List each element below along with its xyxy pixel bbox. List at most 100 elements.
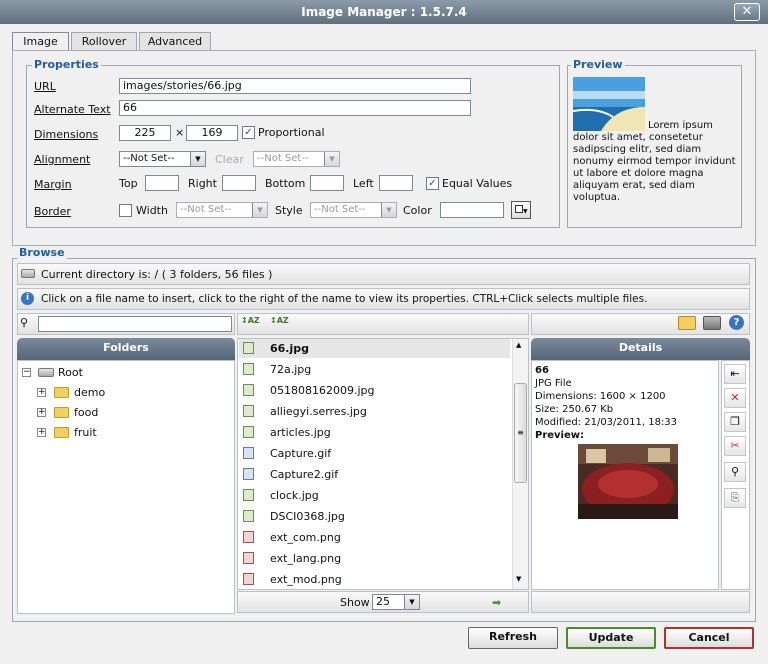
info-text: Click on a file name to insert, click to… (41, 293, 648, 305)
file-name[interactable]: 72a.jpg (270, 363, 311, 376)
scroll-up-icon[interactable]: ▲ (516, 341, 521, 349)
margin-bottom-input[interactable] (310, 175, 344, 191)
tab-advanced[interactable]: Advanced (139, 32, 211, 50)
insert-icon[interactable]: ⇤ (724, 364, 746, 384)
upload-icon[interactable] (703, 316, 721, 330)
collapse-icon[interactable]: − (22, 368, 31, 377)
sort-files-icon[interactable]: ↕AZ (270, 316, 289, 325)
clear-select[interactable]: --Not Set-- ▼ (253, 151, 340, 167)
times-sign: × (175, 126, 185, 139)
folder-food[interactable]: food (74, 406, 98, 419)
zoom-icon[interactable]: ⚲ (724, 462, 746, 482)
search-input[interactable] (38, 316, 232, 332)
file-row[interactable]: DSCI0368.jpg (237, 506, 512, 527)
margin-right-input[interactable] (222, 175, 256, 191)
file-row[interactable]: ext_lang.png (237, 548, 512, 569)
file-row[interactable]: ext_com.png (237, 527, 512, 548)
delete-icon[interactable]: ✕ (724, 388, 746, 408)
help-icon[interactable]: ? (729, 315, 744, 330)
margin-top-input[interactable] (145, 175, 179, 191)
clear-label: Clear (215, 153, 244, 166)
tab-rollover[interactable]: Rollover (71, 32, 137, 50)
file-row[interactable]: 66.jpg (237, 338, 512, 359)
show-count-value: 25 (376, 595, 390, 608)
file-row[interactable]: articles.jpg (237, 422, 512, 443)
file-png-icon (243, 552, 254, 564)
file-jpg-icon (243, 384, 254, 396)
file-name[interactable]: Capture.gif (270, 447, 331, 460)
border-color-label: Color (403, 204, 432, 217)
file-list-scrollbar[interactable]: ▲ ≡ ▼ (512, 339, 528, 589)
folder-icon (54, 387, 69, 398)
alignment-label: Alignment (34, 153, 91, 166)
border-width-label: Width (136, 204, 168, 217)
file-name[interactable]: alliegyi.serres.jpg (270, 405, 367, 418)
border-style-label: Style (275, 204, 303, 217)
details-footer (531, 591, 750, 613)
file-png-icon (243, 573, 254, 585)
tab-image[interactable]: Image (12, 32, 69, 51)
file-row[interactable]: 051808162009.jpg (237, 380, 512, 401)
file-jpg-icon (243, 363, 254, 375)
file-row[interactable]: Capture.gif (237, 443, 512, 464)
border-width-select[interactable]: --Not Set-- ▼ (176, 202, 268, 218)
folder-demo[interactable]: demo (74, 386, 105, 399)
close-button[interactable]: ✕ (734, 3, 760, 21)
chevron-down-icon: ▼ (190, 152, 205, 166)
next-page-icon[interactable]: ➡ (492, 596, 501, 609)
file-name[interactable]: DSCI0368.jpg (270, 510, 345, 523)
details-preview-label: Preview: (535, 430, 585, 441)
file-png-icon (243, 531, 254, 543)
alignment-select[interactable]: --Not Set-- ▼ (119, 151, 206, 167)
refresh-button[interactable]: Refresh (468, 627, 558, 649)
expand-icon[interactable]: + (37, 408, 46, 417)
color-picker-button[interactable]: ▼ (511, 201, 531, 219)
file-row[interactable]: ext_mod.png (237, 569, 512, 590)
url-input[interactable]: images/stories/66.jpg (119, 78, 471, 94)
alt-text-input[interactable]: 66 (119, 100, 471, 116)
file-name[interactable]: 051808162009.jpg (270, 384, 375, 397)
file-row[interactable]: clock.jpg (237, 485, 512, 506)
new-folder-icon[interactable] (678, 316, 696, 330)
file-row[interactable]: 72a.jpg (237, 359, 512, 380)
expand-icon[interactable]: + (37, 388, 46, 397)
cancel-button[interactable]: Cancel (664, 627, 754, 649)
file-name[interactable]: 66.jpg (270, 342, 309, 355)
sort-folders-icon[interactable]: ↕AZ (241, 316, 260, 325)
file-name[interactable]: clock.jpg (270, 489, 319, 502)
file-name[interactable]: articles.jpg (270, 426, 331, 439)
show-label: Show (340, 596, 370, 609)
scroll-thumb[interactable]: ≡ (514, 383, 527, 483)
height-input[interactable]: 169 (186, 125, 238, 141)
proportional-checkbox[interactable]: ✓ (242, 126, 255, 139)
file-name[interactable]: ext_com.png (270, 531, 341, 544)
width-input[interactable]: 225 (119, 125, 171, 141)
file-name[interactable]: ext_lang.png (270, 552, 341, 565)
paste-icon[interactable]: ⎘ (724, 488, 746, 508)
margin-left-input[interactable] (379, 175, 413, 191)
file-row[interactable]: alliegyi.serres.jpg (237, 401, 512, 422)
file-name[interactable]: Capture2.gif (270, 468, 338, 481)
folder-root[interactable]: Root (58, 366, 83, 379)
details-header: Details (531, 338, 750, 360)
color-swatch-icon (515, 205, 523, 213)
equal-values-checkbox[interactable]: ✓ (426, 177, 439, 190)
file-list: 66.jpg 72a.jpg 051808162009.jpg alliegyi.se… (237, 338, 512, 588)
file-name[interactable]: ext_mod.png (270, 573, 342, 586)
border-color-input[interactable] (440, 202, 504, 218)
expand-icon[interactable]: + (37, 428, 46, 437)
border-style-select[interactable]: --Not Set-- ▼ (310, 202, 397, 218)
border-style-value: --Not Set-- (314, 204, 366, 215)
cut-icon[interactable]: ✂ (724, 436, 746, 456)
file-row[interactable]: Capture2.gif (237, 464, 512, 485)
details-dimensions: Dimensions: 1600 × 1200 (535, 391, 666, 402)
details-size: Size: 250.67 Kb (535, 404, 614, 415)
border-checkbox[interactable] (119, 204, 132, 217)
show-count-select[interactable]: 25 ▼ (372, 594, 420, 610)
scroll-down-icon[interactable]: ▼ (516, 575, 521, 583)
folder-fruit[interactable]: fruit (74, 426, 97, 439)
current-directory-text: Current directory is: / ( 3 folders, 56 … (41, 268, 273, 281)
folder-icon (54, 427, 69, 438)
update-button[interactable]: Update (566, 627, 656, 649)
copy-icon[interactable]: ❐ (724, 412, 746, 432)
